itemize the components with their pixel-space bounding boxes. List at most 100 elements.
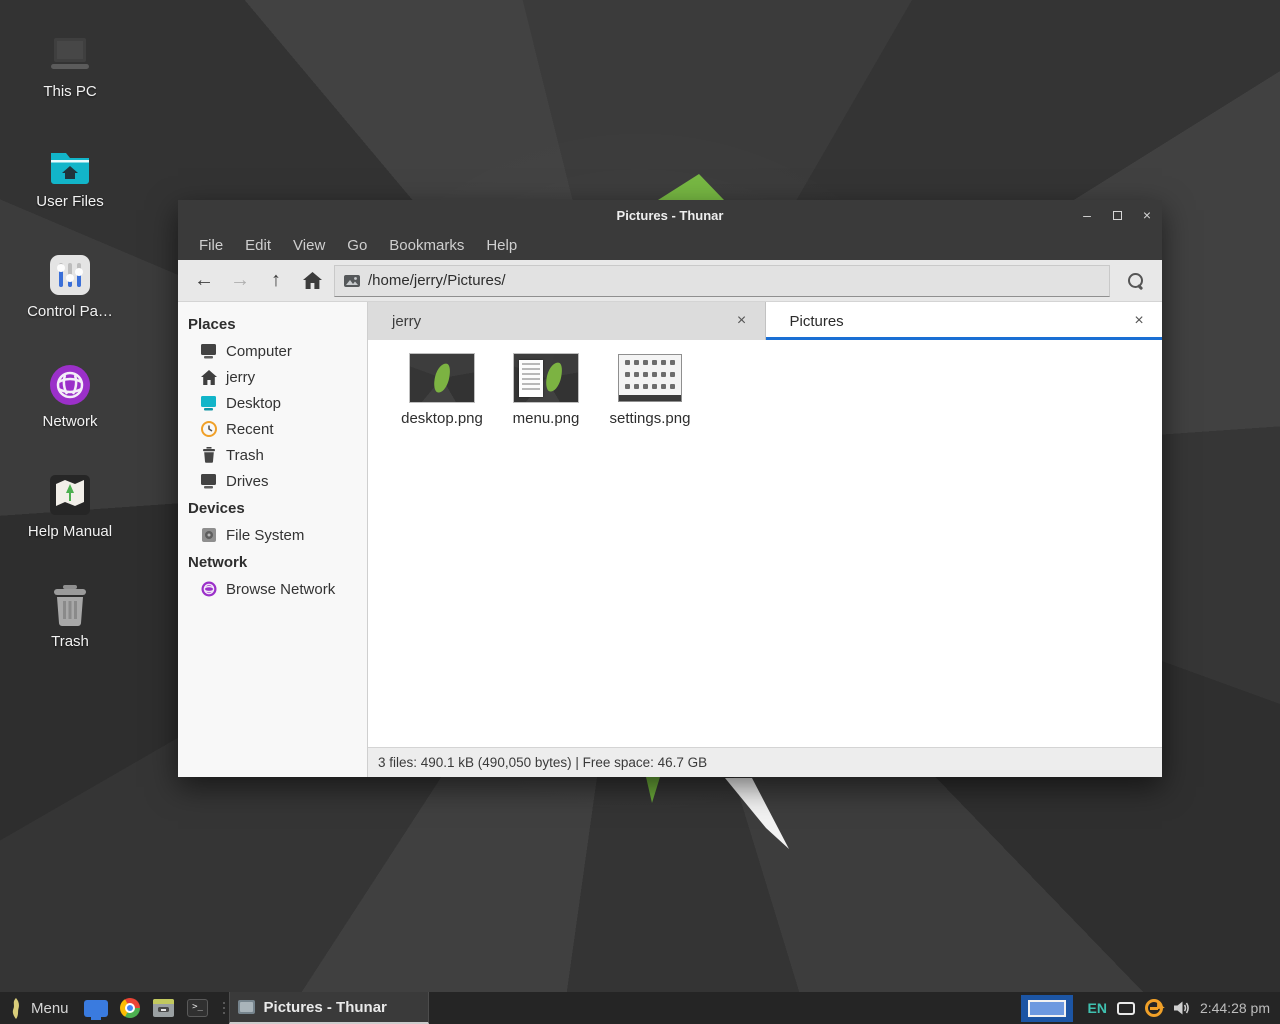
sidebar-item-label: File System xyxy=(226,527,304,544)
window-titlebar[interactable]: Pictures - Thunar – × xyxy=(178,200,1162,230)
minimize-button[interactable]: – xyxy=(1072,200,1102,230)
desktop-icon-trash[interactable]: Trash xyxy=(18,568,122,678)
up-button[interactable]: ↑ xyxy=(258,264,294,298)
speaker-icon xyxy=(1173,1000,1190,1016)
image-file-icon xyxy=(344,275,360,287)
volume-button[interactable] xyxy=(1173,1000,1190,1016)
settings-window-footer xyxy=(619,395,681,401)
maximize-button[interactable] xyxy=(1102,200,1132,230)
tab-pictures[interactable]: Pictures × xyxy=(766,302,1163,340)
taskbar-clock[interactable]: 2:44:28 pm xyxy=(1200,1000,1270,1016)
keyboard-layout-indicator[interactable]: EN xyxy=(1087,1000,1106,1016)
network-globe-icon xyxy=(49,358,91,406)
help-manual-icon xyxy=(49,468,91,516)
menubar: File Edit View Go Bookmarks Help xyxy=(178,230,1162,260)
computer-icon xyxy=(47,28,93,76)
search-button[interactable] xyxy=(1114,264,1156,298)
sidebar-item-label: jerry xyxy=(226,369,255,386)
file-view[interactable]: desktop.png menu.png xyxy=(368,340,1162,747)
terminal-icon: >_ xyxy=(187,999,208,1017)
active-workspace-thumbnail xyxy=(1028,1000,1066,1017)
settings-icons-grid xyxy=(623,360,677,389)
thunar-window-icon xyxy=(238,1000,255,1014)
mint-leaf-shape xyxy=(544,361,565,393)
home-icon xyxy=(200,369,217,386)
sidebar-item-browse-network[interactable]: Browse Network xyxy=(178,576,367,602)
network-globe-icon xyxy=(200,581,217,598)
window-title: Pictures - Thunar xyxy=(178,208,1162,223)
file-name: desktop.png xyxy=(401,410,483,427)
file-name: settings.png xyxy=(610,410,691,427)
tasklist-grip-handle[interactable] xyxy=(219,992,229,1024)
sidebar-item-trash[interactable]: Trash xyxy=(178,442,367,468)
sidebar-item-label: Browse Network xyxy=(226,581,335,598)
menu-file[interactable]: File xyxy=(188,230,234,260)
menu-button[interactable]: Menu xyxy=(0,992,79,1024)
trash-icon xyxy=(200,447,217,464)
sidebar-item-home-jerry[interactable]: jerry xyxy=(178,364,367,390)
menu-go[interactable]: Go xyxy=(336,230,378,260)
computer-icon xyxy=(200,343,217,360)
sidebar-item-recent[interactable]: Recent xyxy=(178,416,367,442)
sidebar-item-label: Drives xyxy=(226,473,269,490)
menu-view[interactable]: View xyxy=(282,230,336,260)
display-settings-icon[interactable] xyxy=(1117,1002,1135,1015)
forward-button[interactable]: → xyxy=(222,264,258,298)
file-menu-png[interactable]: menu.png xyxy=(494,354,598,427)
tab-close-icon[interactable]: × xyxy=(1128,310,1150,332)
thunar-window: Pictures - Thunar – × File Edit View Go … xyxy=(178,200,1162,777)
drives-icon xyxy=(200,473,217,490)
desktop-icon-this-pc[interactable]: This PC xyxy=(18,18,122,128)
sidebar-item-drives[interactable]: Drives xyxy=(178,468,367,494)
home-button[interactable] xyxy=(294,264,330,298)
path-field[interactable]: /home/jerry/Pictures/ xyxy=(334,265,1110,297)
terminal-launcher[interactable]: >_ xyxy=(181,992,215,1024)
update-manager-icon[interactable] xyxy=(1145,999,1163,1017)
taskbar: Menu >_ Pictures - Thunar EN 2:44:28 pm xyxy=(0,992,1280,1024)
tab-jerry[interactable]: jerry × xyxy=(368,302,766,340)
taskbar-window-label: Pictures - Thunar xyxy=(264,999,387,1016)
taskbar-window-button[interactable]: Pictures - Thunar xyxy=(229,992,429,1024)
desktop-icon-help-manual[interactable]: Help Manual xyxy=(18,458,122,568)
menu-bookmarks[interactable]: Bookmarks xyxy=(378,230,475,260)
file-cabinet-icon xyxy=(153,999,174,1017)
window-controls: – × xyxy=(1072,200,1162,230)
system-tray: EN 2:44:28 pm xyxy=(1087,992,1280,1024)
main-column: jerry × Pictures × desktop.png xyxy=(368,302,1162,777)
sidebar-item-label: Recent xyxy=(226,421,274,438)
desktop-icon-label: Control Pa… xyxy=(27,303,113,320)
menu-panel-shape xyxy=(519,360,543,397)
browser-launcher[interactable] xyxy=(113,992,147,1024)
close-button[interactable]: × xyxy=(1132,200,1162,230)
show-desktop-button[interactable] xyxy=(79,992,113,1024)
recent-clock-icon xyxy=(200,421,217,438)
back-button[interactable]: ← xyxy=(186,264,222,298)
file-manager-launcher[interactable] xyxy=(147,992,181,1024)
file-desktop-png[interactable]: desktop.png xyxy=(390,354,494,427)
chrome-icon xyxy=(120,998,140,1018)
status-bar: 3 files: 490.1 kB (490,050 bytes) | Free… xyxy=(368,747,1162,777)
image-thumbnail xyxy=(618,354,682,402)
sidebar-item-label: Computer xyxy=(226,343,292,360)
menu-edit[interactable]: Edit xyxy=(234,230,282,260)
menu-button-label: Menu xyxy=(31,1000,69,1017)
desktop-icon-network[interactable]: Network xyxy=(18,348,122,458)
desktop-icon-control-panel[interactable]: Control Pa… xyxy=(18,238,122,348)
toolbar: ← → ↑ /home/jerry/Pictures/ xyxy=(178,260,1162,302)
sidebar-item-desktop[interactable]: Desktop xyxy=(178,390,367,416)
sidebar-header-network: Network xyxy=(178,548,367,576)
sidebar-item-file-system[interactable]: File System xyxy=(178,522,367,548)
desktop-icon-user-files[interactable]: User Files xyxy=(18,128,122,238)
workspace-pager[interactable] xyxy=(1021,995,1073,1022)
status-text: 3 files: 490.1 kB (490,050 bytes) | Free… xyxy=(378,755,707,770)
desktop-icon-label: This PC xyxy=(43,83,96,100)
menu-help[interactable]: Help xyxy=(475,230,528,260)
tab-label: Pictures xyxy=(790,313,844,330)
desktop-icon-label: User Files xyxy=(36,193,104,210)
sidebar-item-computer[interactable]: Computer xyxy=(178,338,367,364)
tab-close-icon[interactable]: × xyxy=(731,310,753,332)
image-thumbnail xyxy=(410,354,474,402)
sidebar-header-devices: Devices xyxy=(178,494,367,522)
file-name: menu.png xyxy=(513,410,580,427)
file-settings-png[interactable]: settings.png xyxy=(598,354,702,427)
